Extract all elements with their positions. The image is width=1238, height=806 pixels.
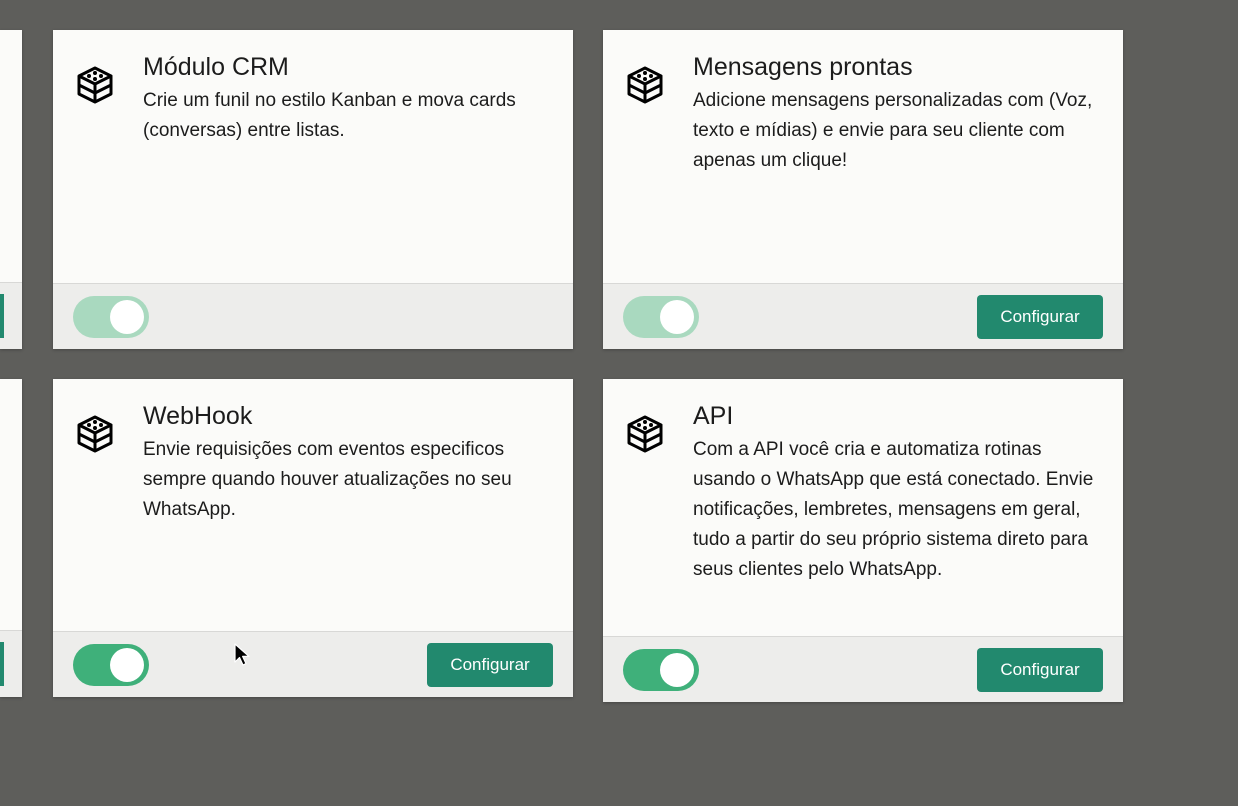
card-footer: Configurar [603,283,1123,349]
card-title: Mensagens prontas [693,53,913,81]
card-text: API Com a API você cria e automatiza rot… [693,401,1101,636]
offscreen-configure-button[interactable] [0,294,4,338]
configure-button[interactable]: Configurar [427,642,553,687]
card-description: Crie um funil no estilo Kanban e mova ca… [143,90,516,141]
module-blocks-icon [77,415,113,453]
toggle-knob [110,647,144,682]
offscreen-card-left-top [0,30,22,349]
modules-grid: Módulo CRM Crie um funil no estilo Kanba… [0,0,1238,806]
configure-button[interactable]: Configurar [977,294,1103,339]
card-title: Módulo CRM [143,53,289,81]
toggle-knob [660,299,694,334]
mouse-pointer-icon [234,643,250,666]
module-toggle-switch[interactable] [623,295,699,338]
module-toggle-switch[interactable] [73,295,149,338]
card-body: WebHook Envie requisições com eventos es… [53,379,573,631]
card-text: Módulo CRM Crie um funil no estilo Kanba… [143,52,551,283]
module-card-webhook: WebHook Envie requisições com eventos es… [53,379,573,697]
card-title: WebHook [143,402,253,430]
card-text: Mensagens prontas Adicione mensagens per… [693,52,1101,283]
card-description: Adicione mensagens personalizadas com (V… [693,90,1093,171]
card-body: Mensagens prontas Adicione mensagens per… [603,30,1123,283]
offscreen-card-left-bottom [0,379,22,697]
module-toggle-switch[interactable] [623,648,699,691]
card-footer [53,283,573,349]
card-text: WebHook Envie requisições com eventos es… [143,401,551,631]
card-description: Envie requisições com eventos especifico… [143,439,512,520]
module-blocks-icon [627,415,663,453]
card-footer: Configurar [603,636,1123,702]
configure-button[interactable]: Configurar [977,647,1103,692]
card-title: API [693,402,734,430]
card-footer: Configurar [53,631,573,697]
module-card-api: API Com a API você cria e automatiza rot… [603,379,1123,702]
offscreen-card-footer [0,282,22,349]
toggle-knob [660,652,694,687]
toggle-knob [110,299,144,334]
card-body: API Com a API você cria e automatiza rot… [603,379,1123,636]
module-blocks-icon [77,66,113,104]
card-description: Com a API você cria e automatiza rotinas… [693,439,1094,580]
module-toggle-switch[interactable] [73,643,149,686]
module-card-crm: Módulo CRM Crie um funil no estilo Kanba… [53,30,573,349]
module-card-quick-messages: Mensagens prontas Adicione mensagens per… [603,30,1123,349]
module-blocks-icon [627,66,663,104]
card-body: Módulo CRM Crie um funil no estilo Kanba… [53,30,573,283]
offscreen-configure-button[interactable] [0,642,4,686]
offscreen-card-footer [0,630,22,697]
